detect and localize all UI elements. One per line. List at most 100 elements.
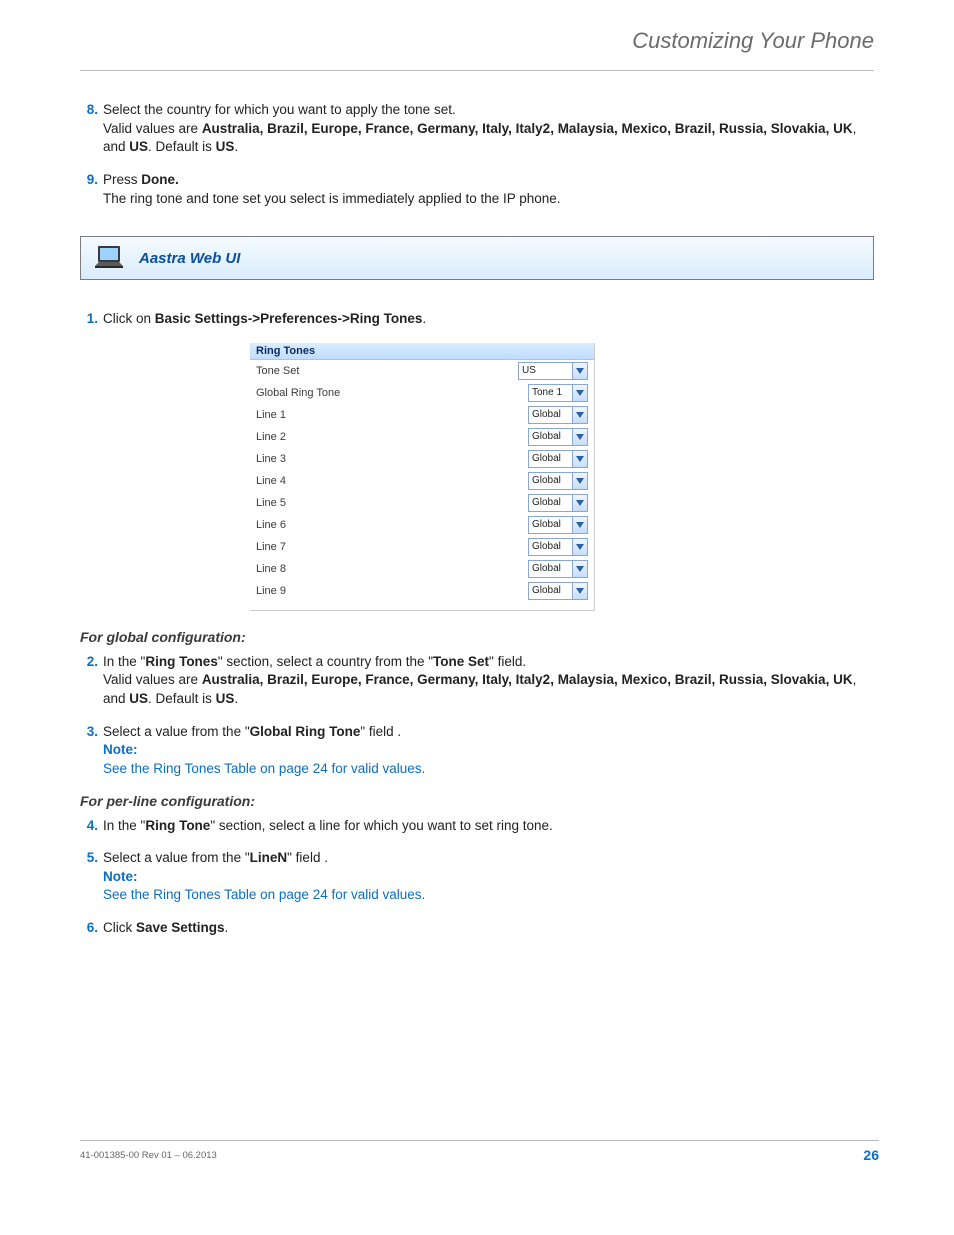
doc-revision: 41-001385-00 Rev 01 – 06.2013	[80, 1150, 217, 1161]
step-body: Click Save Settings.	[103, 919, 874, 938]
setting-label: Line 8	[256, 563, 528, 575]
country-list: Australia, Brazil, Europe, France, Germa…	[202, 672, 853, 687]
note-label: Note:	[103, 742, 138, 757]
chevron-down-icon[interactable]	[572, 429, 587, 445]
step-text: Select the country for which you want to…	[103, 102, 456, 117]
setting-row: Line 3Global	[250, 448, 594, 470]
text: " field .	[360, 724, 401, 739]
note-text: See the Ring Tones Table on page 24 for …	[103, 887, 425, 902]
text: Click on	[103, 311, 155, 326]
chevron-down-icon[interactable]	[572, 583, 587, 599]
text: .	[234, 691, 238, 706]
select-dropdown[interactable]: Global	[528, 494, 588, 512]
text: Select a value from the "	[103, 724, 250, 739]
step-number: 1.	[80, 310, 98, 329]
step-4: 4. In the "Ring Tone" section, select a …	[80, 817, 874, 836]
note-text: See the Ring Tones Table on page 24 for …	[103, 761, 425, 776]
note-label: Note:	[103, 869, 138, 884]
select-dropdown[interactable]: Global	[528, 406, 588, 424]
select-dropdown[interactable]: Global	[528, 560, 588, 578]
select-value: Global	[529, 519, 572, 530]
global-config-heading: For global configuration:	[80, 629, 874, 645]
select-value: Global	[529, 475, 572, 486]
text: for valid values.	[328, 887, 426, 902]
select-dropdown[interactable]: Global	[528, 428, 588, 446]
ring-tones-table-link[interactable]: Ring Tones Table	[153, 887, 256, 902]
step-body: Press Done. The ring tone and tone set y…	[103, 171, 874, 208]
page-footer: 41-001385-00 Rev 01 – 06.2013 26	[80, 1140, 879, 1163]
step-number: 2.	[80, 653, 98, 709]
page-link[interactable]: page 24	[279, 887, 328, 902]
step-1: 1. Click on Basic Settings->Preferences-…	[80, 310, 874, 329]
setting-row: Line 5Global	[250, 492, 594, 514]
select-dropdown[interactable]: Global	[528, 582, 588, 600]
chevron-down-icon[interactable]	[572, 473, 587, 489]
step-number: 5.	[80, 849, 98, 905]
top-steps: 8. Select the country for which you want…	[80, 101, 874, 208]
text: .	[234, 139, 238, 154]
step-number: 8.	[80, 101, 98, 157]
step-8: 8. Select the country for which you want…	[80, 101, 874, 157]
setting-row: Line 6Global	[250, 514, 594, 536]
setting-label: Global Ring Tone	[256, 387, 528, 399]
text: In the "	[103, 654, 145, 669]
chevron-down-icon[interactable]	[572, 451, 587, 467]
select-dropdown[interactable]: Global	[528, 450, 588, 468]
step-body: Select a value from the "LineN" field . …	[103, 849, 874, 905]
text: for valid values.	[328, 761, 426, 776]
chevron-down-icon[interactable]	[572, 561, 587, 577]
page-number: 26	[863, 1147, 879, 1163]
text: " section, select a line for which you w…	[210, 818, 552, 833]
step-body: Select a value from the "Global Ring Ton…	[103, 723, 874, 779]
us-default: US	[216, 691, 235, 706]
us-value: US	[129, 139, 148, 154]
select-value: Tone 1	[529, 387, 572, 398]
save-settings-label: Save Settings	[136, 920, 225, 935]
header-rule	[80, 70, 874, 71]
step-body: Select the country for which you want to…	[103, 101, 874, 157]
ring-tone-label: Ring Tone	[145, 818, 210, 833]
banner-title: Aastra Web UI	[139, 250, 240, 267]
select-value: US	[519, 365, 572, 376]
setting-row: Line 9Global	[250, 580, 594, 602]
text: Click	[103, 920, 136, 935]
text: See the	[103, 887, 153, 902]
page-link[interactable]: page 24	[279, 761, 328, 776]
country-list: Australia, Brazil, Europe, France, Germa…	[202, 121, 853, 136]
step-number: 9.	[80, 171, 98, 208]
valid-values-prefix: Valid values are	[103, 672, 202, 687]
computer-icon	[95, 244, 127, 272]
select-value: Global	[529, 453, 572, 464]
setting-label: Line 5	[256, 497, 528, 509]
ring-tones-table-link[interactable]: Ring Tones Table	[153, 761, 256, 776]
chevron-down-icon[interactable]	[572, 385, 587, 401]
select-dropdown[interactable]: Global	[528, 472, 588, 490]
step-body: Click on Basic Settings->Preferences->Ri…	[103, 310, 874, 329]
chevron-down-icon[interactable]	[572, 407, 587, 423]
step-number: 4.	[80, 817, 98, 836]
select-dropdown[interactable]: Global	[528, 516, 588, 534]
select-dropdown[interactable]: US	[518, 362, 588, 380]
step-3: 3. Select a value from the "Global Ring …	[80, 723, 874, 779]
text: In the "	[103, 818, 145, 833]
setting-label: Line 6	[256, 519, 528, 531]
us-default: US	[216, 139, 235, 154]
chevron-down-icon[interactable]	[572, 517, 587, 533]
text: . Default is	[148, 139, 216, 154]
chevron-down-icon[interactable]	[572, 495, 587, 511]
setting-label: Line 4	[256, 475, 528, 487]
setting-row: Line 7Global	[250, 536, 594, 558]
step-2: 2. In the "Ring Tones" section, select a…	[80, 653, 874, 709]
text: See the	[103, 761, 153, 776]
select-value: Global	[529, 409, 572, 420]
select-dropdown[interactable]: Global	[528, 538, 588, 556]
step-body: In the "Ring Tone" section, select a lin…	[103, 817, 874, 836]
chevron-down-icon[interactable]	[572, 539, 587, 555]
panel-header: Ring Tones	[250, 343, 594, 360]
select-dropdown[interactable]: Tone 1	[528, 384, 588, 402]
text: " section, select a country from the "	[218, 654, 433, 669]
setting-label: Line 7	[256, 541, 528, 553]
nav-path: Basic Settings->Preferences->Ring Tones	[155, 311, 423, 326]
chevron-down-icon[interactable]	[572, 363, 587, 379]
step-body: In the "Ring Tones" section, select a co…	[103, 653, 874, 709]
